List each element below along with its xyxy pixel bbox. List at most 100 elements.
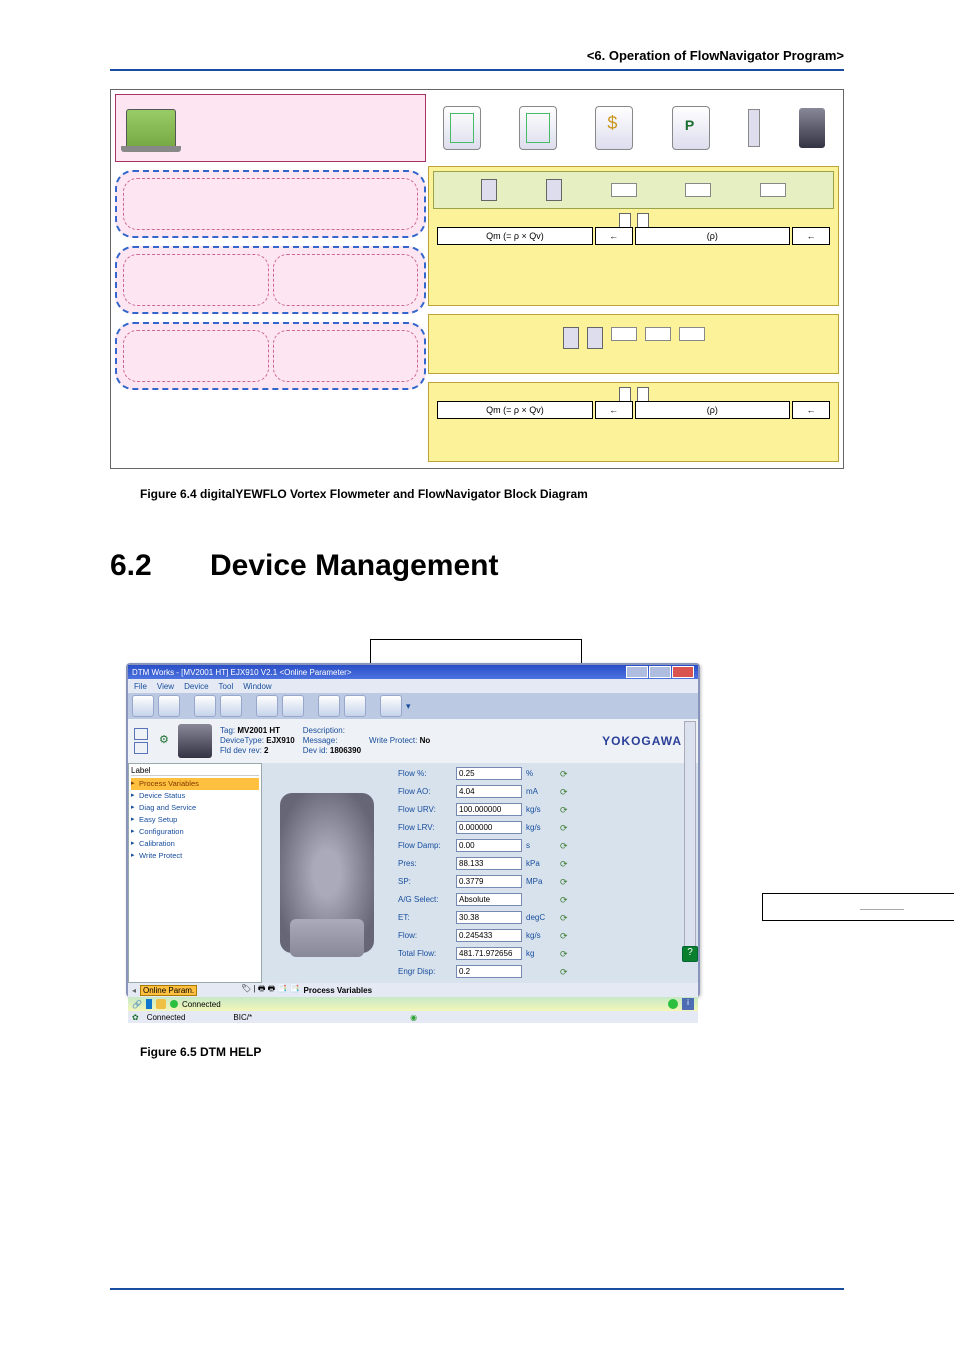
refresh-icon[interactable] bbox=[560, 859, 570, 869]
param-value[interactable]: 100.000000 bbox=[456, 803, 522, 816]
print-button[interactable] bbox=[380, 695, 402, 717]
param-row: SP:0.3779MPa bbox=[398, 875, 692, 888]
param-row: Flow Damp:0.00s bbox=[398, 839, 692, 852]
param-unit: MPa bbox=[526, 877, 556, 886]
tree-item-diag-service[interactable]: Diag and Service bbox=[131, 802, 259, 814]
refresh-icon[interactable] bbox=[560, 841, 570, 851]
menu-tool[interactable]: Tool bbox=[219, 682, 234, 691]
laptop-icon bbox=[126, 109, 176, 147]
title-bar: DTM Works - [MV2001 HT] EJX910 V2.1 <Onl… bbox=[128, 665, 698, 679]
rho-label-2: (ρ) bbox=[635, 401, 790, 419]
param-label: Engr Disp: bbox=[398, 967, 452, 976]
sub-rect bbox=[611, 183, 637, 197]
param-unit: degC bbox=[526, 913, 556, 922]
module-icon-1 bbox=[443, 106, 481, 150]
param-label: Flow: bbox=[398, 931, 452, 940]
menu-view[interactable]: View bbox=[157, 682, 174, 691]
module-icon-2 bbox=[519, 106, 557, 150]
param-row: Flow: 0.245433 kg/s bbox=[398, 929, 692, 942]
refresh-icon[interactable] bbox=[560, 823, 570, 833]
minimize-button[interactable] bbox=[626, 666, 648, 678]
param-value[interactable]: 0.3779 bbox=[456, 875, 522, 888]
refresh-icon[interactable] bbox=[560, 805, 570, 815]
tool-button[interactable] bbox=[318, 695, 340, 717]
param-unit: kg/s bbox=[526, 805, 556, 814]
help-button[interactable]: ? bbox=[682, 946, 698, 962]
navigation-tree[interactable]: Label Process Variables Device Status Di… bbox=[128, 763, 262, 983]
connection-status-bar: 🔗 Connected i bbox=[128, 997, 698, 1011]
param-value[interactable]: 88.133 bbox=[456, 857, 522, 870]
refresh-icon[interactable] bbox=[560, 769, 570, 779]
param-value[interactable]: 0.000000 bbox=[456, 821, 522, 834]
refresh-icon[interactable] bbox=[560, 913, 570, 923]
tool-button[interactable] bbox=[256, 695, 278, 717]
calc-block-lower: Qm (= ρ × Qv) ← (ρ) ← bbox=[428, 382, 839, 462]
param-value[interactable]: 0.00 bbox=[456, 839, 522, 852]
param-label: Flow URV: bbox=[398, 805, 452, 814]
param-label: ET: bbox=[398, 913, 452, 922]
figure-6-4-caption: Figure 6.4 digitalYEWFLO Vortex Flowmete… bbox=[140, 487, 844, 501]
vertical-scrollbar[interactable] bbox=[684, 721, 696, 951]
refresh-icon[interactable] bbox=[560, 895, 570, 905]
refresh-icon[interactable] bbox=[560, 877, 570, 887]
param-value[interactable]: 0.2 bbox=[456, 965, 522, 978]
menu-file[interactable]: File bbox=[134, 682, 147, 691]
tool-button[interactable] bbox=[132, 695, 154, 717]
menu-device[interactable]: Device bbox=[184, 682, 208, 691]
param-row: ET: 30.38 degC bbox=[398, 911, 692, 924]
tool-button[interactable] bbox=[194, 695, 216, 717]
info-icon[interactable]: i bbox=[682, 998, 694, 1010]
device-image bbox=[262, 763, 392, 983]
sub-rect bbox=[685, 183, 711, 197]
maximize-button[interactable] bbox=[649, 666, 671, 678]
refresh-icon[interactable] bbox=[560, 931, 570, 941]
tree-item-calibration[interactable]: Calibration bbox=[131, 838, 259, 850]
tree-item-device-status[interactable]: Device Status bbox=[131, 790, 259, 802]
calc-block-upper: Qm (= ρ × Qv) ← (ρ) ← bbox=[428, 166, 839, 306]
tree-item-process-variables[interactable]: Process Variables bbox=[131, 778, 259, 790]
pc-block bbox=[115, 94, 426, 162]
refresh-icon[interactable] bbox=[560, 949, 570, 959]
param-unit: kg/s bbox=[526, 931, 556, 940]
refresh-icon[interactable] bbox=[560, 787, 570, 797]
tree-item-configuration[interactable]: Configuration bbox=[131, 826, 259, 838]
param-value[interactable]: 30.38 bbox=[456, 911, 522, 924]
param-label: Total Flow: bbox=[398, 949, 452, 958]
pane-toggle-icon[interactable] bbox=[134, 742, 148, 754]
toolbar: ▾ bbox=[128, 693, 698, 719]
refresh-icon[interactable] bbox=[560, 967, 570, 977]
tiny-icon bbox=[546, 179, 562, 201]
tool-button[interactable] bbox=[282, 695, 304, 717]
param-row: Pres:88.133kPa bbox=[398, 857, 692, 870]
param-value[interactable]: 0.245433 bbox=[456, 929, 522, 942]
param-value[interactable]: 481.71.972656 bbox=[456, 947, 522, 960]
param-label: Pres: bbox=[398, 859, 452, 868]
module-icon-p bbox=[672, 106, 710, 150]
device-header: Tag: MV2001 HT DeviceType: EJX910 Fld de… bbox=[128, 719, 698, 763]
param-value[interactable]: Absolute bbox=[456, 893, 522, 906]
tool-button[interactable] bbox=[344, 695, 366, 717]
param-unit: mA bbox=[526, 787, 556, 796]
pane-toggle-icon[interactable] bbox=[134, 728, 148, 740]
param-label: Flow %: bbox=[398, 769, 452, 778]
param-unit: % bbox=[526, 769, 556, 778]
rho-label: (ρ) bbox=[635, 227, 790, 245]
tree-item-write-protect[interactable]: Write Protect bbox=[131, 850, 259, 862]
parameter-panel: Flow %:0.25%Flow AO:4.04mAFlow URV:100.0… bbox=[392, 763, 698, 983]
tree-item-easy-setup[interactable]: Easy Setup bbox=[131, 814, 259, 826]
menu-window[interactable]: Window bbox=[243, 682, 271, 691]
dtm-screenshot: DTM Works - [MV2001 HT] EJX910 V2.1 <Onl… bbox=[110, 663, 844, 1023]
inner-status-bar: ◂ Online Param. 🏷 | 🖶 🖶 📑 📑 Process Vari… bbox=[128, 983, 698, 997]
qm-label-2: Qm (= ρ × Qv) bbox=[437, 401, 592, 419]
tool-button[interactable] bbox=[158, 695, 180, 717]
gear-icon[interactable] bbox=[156, 734, 170, 748]
block-diagram: Qm (= ρ × Qv) ← (ρ) ← Qm (= ρ × Qv) ← (ρ… bbox=[110, 89, 844, 469]
window-title: DTM Works - [MV2001 HT] EJX910 V2.1 <Onl… bbox=[132, 668, 352, 677]
param-label: Flow LRV: bbox=[398, 823, 452, 832]
param-row: Flow URV: 100.000000 kg/s bbox=[398, 803, 692, 816]
tool-button[interactable] bbox=[220, 695, 242, 717]
param-value[interactable]: 0.25 bbox=[456, 767, 522, 780]
param-value[interactable]: 4.04 bbox=[456, 785, 522, 798]
i-o-icon bbox=[748, 109, 760, 147]
close-button[interactable] bbox=[672, 666, 694, 678]
